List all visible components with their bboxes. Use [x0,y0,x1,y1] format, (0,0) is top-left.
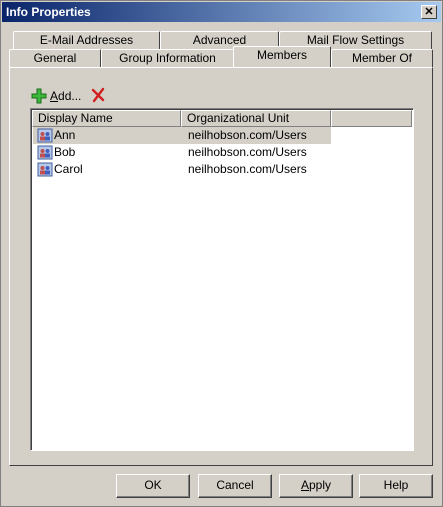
member-name: Carol [54,162,83,176]
help-button[interactable]: Help [359,474,433,498]
column-header-empty [331,110,412,127]
column-header-organizational-unit[interactable]: Organizational Unit [181,110,331,127]
ok-button[interactable]: OK [116,474,190,498]
member-ou: neilhobson.com/Users [188,162,307,176]
user-icon [37,145,53,160]
member-ou: neilhobson.com/Users [188,145,307,159]
close-button[interactable]: ✕ [421,5,437,19]
title-bar: Info Properties ✕ [2,2,441,22]
window-title: Info Properties [6,5,91,19]
tab-email-addresses[interactable]: E-Mail Addresses [13,31,160,49]
green-plus-icon [31,88,47,104]
tab-general[interactable]: General [9,49,101,67]
members-list[interactable]: Display Name Organizational Unit Ann nei… [30,108,414,451]
red-x-icon[interactable] [90,87,106,103]
user-icon [37,128,53,143]
member-name: Ann [54,128,76,142]
apply-button[interactable]: Apply [279,474,353,498]
member-ou: neilhobson.com/Users [188,128,307,142]
add-button[interactable]: Add... [31,87,81,105]
list-item[interactable]: Bob neilhobson.com/Users [33,144,331,161]
cancel-button[interactable]: Cancel [198,474,272,498]
member-name: Bob [54,145,76,159]
tab-member-of[interactable]: Member Of [331,49,433,67]
tab-group-information[interactable]: Group Information [101,49,234,67]
user-icon [37,162,53,177]
tab-members[interactable]: Members [233,46,331,67]
column-header-display-name[interactable]: Display Name [32,110,181,127]
list-item[interactable]: Ann neilhobson.com/Users [33,127,331,144]
add-label: Add... [50,89,82,103]
list-item[interactable]: Carol neilhobson.com/Users [33,161,331,178]
